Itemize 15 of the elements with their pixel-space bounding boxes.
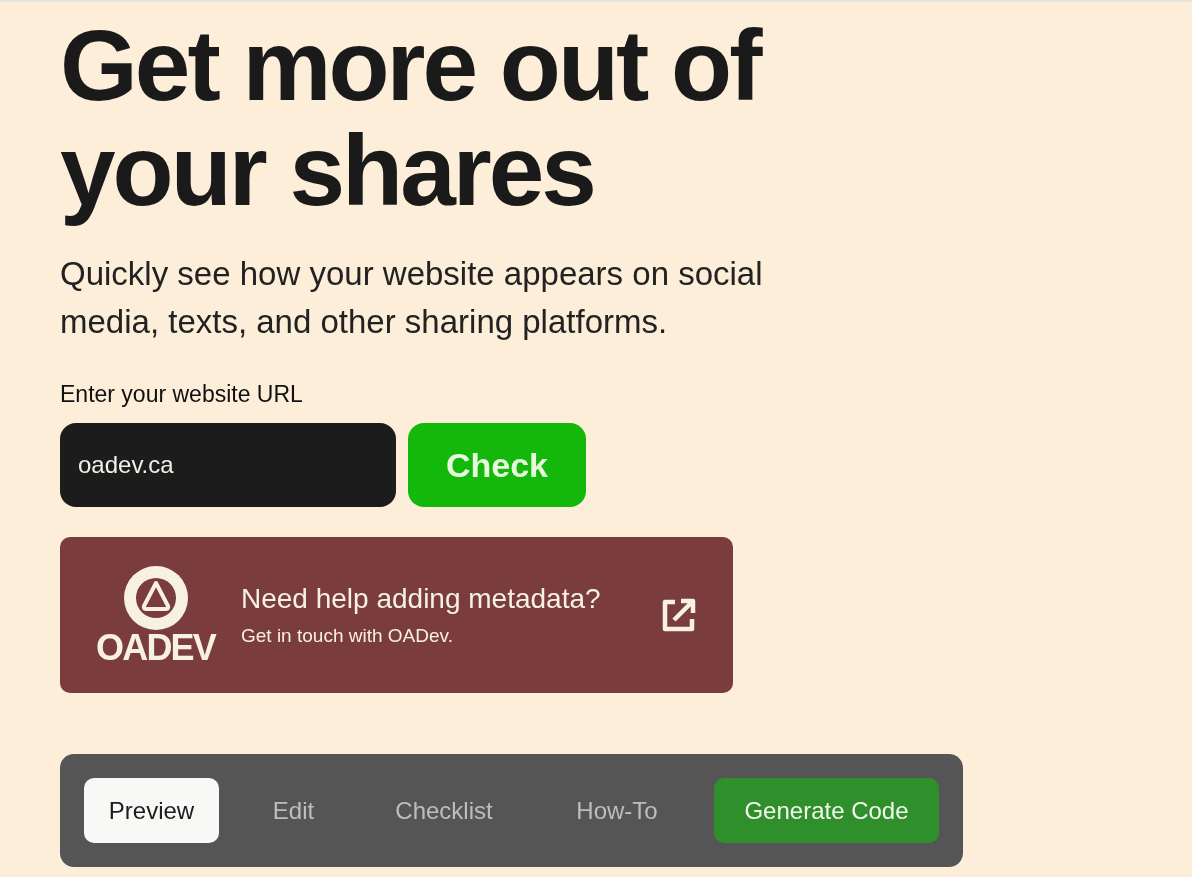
card-title: Need help adding metadata? bbox=[241, 582, 602, 616]
url-input[interactable]: oadev.ca bbox=[60, 423, 396, 507]
tab[interactable]: Checklist bbox=[368, 778, 520, 843]
logo-icon bbox=[123, 566, 188, 630]
url-label: Enter your website URL bbox=[60, 380, 303, 408]
help-card[interactable]: OADEV Need help adding metadata? Get in touch with OADev. bbox=[60, 537, 733, 693]
tab[interactable]: Edit bbox=[247, 778, 340, 843]
logo-text: OADEV bbox=[96, 632, 215, 664]
external-link-icon bbox=[660, 596, 697, 634]
card-subtitle: Get in touch with OADev. bbox=[241, 624, 454, 648]
check-button[interactable]: Check bbox=[408, 423, 586, 507]
tab[interactable]: Preview bbox=[84, 778, 219, 843]
generate-code-button[interactable]: Generate Code bbox=[714, 778, 939, 843]
tab[interactable]: How-To bbox=[548, 778, 686, 843]
page-subtitle: Quickly see how your website appears on social media, texts, and other sharing platforms. bbox=[60, 254, 764, 342]
